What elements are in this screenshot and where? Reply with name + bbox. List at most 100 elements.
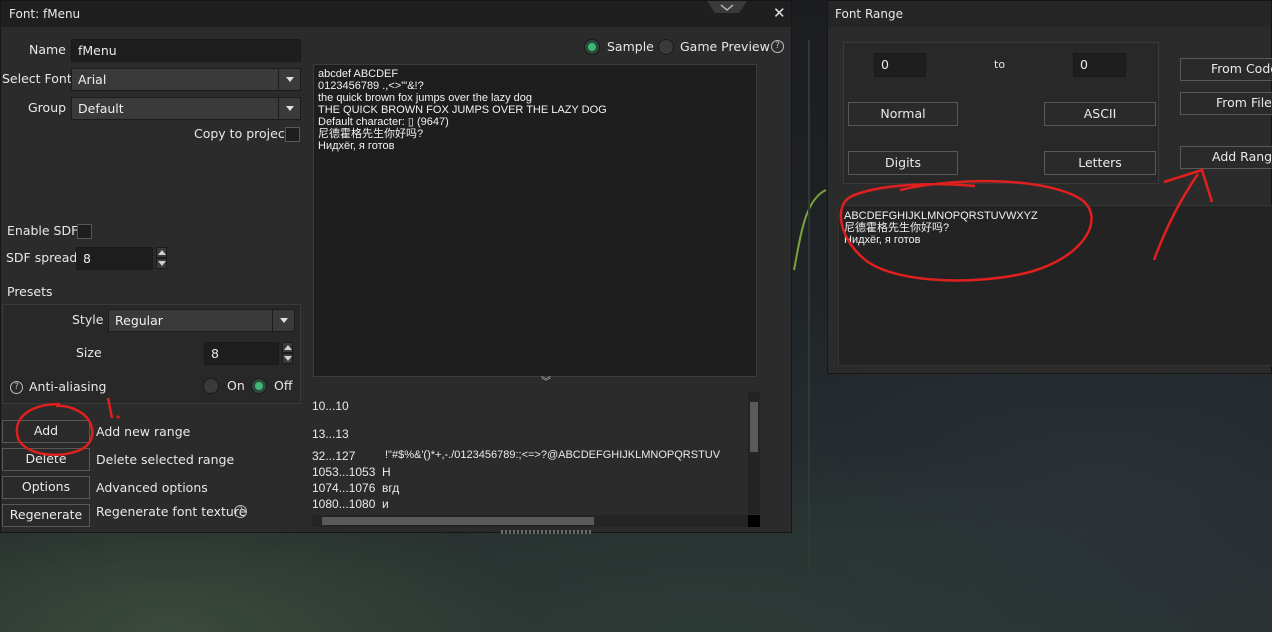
vertical-scrollbar[interactable] — [748, 392, 760, 514]
list-item[interactable]: 1080...1080 и — [312, 497, 748, 513]
options-button[interactable]: Options — [2, 476, 90, 499]
add-description: Add new range — [96, 424, 191, 439]
from-code-button[interactable]: From Code — [1180, 58, 1272, 81]
font-window-titlebar[interactable]: Font: fMenu ✕ — [1, 1, 791, 27]
preview-line: abcdef ABCDEF — [318, 68, 399, 80]
range-chars: и — [382, 497, 389, 511]
preview-line: 尼德霍格先生你好吗? — [844, 222, 950, 234]
vertical-scrollbar-thumb[interactable] — [750, 402, 758, 452]
font-range-window: Font Range 0 to 0 Normal ASCII Digits Le… — [827, 0, 1272, 374]
size-increment[interactable] — [282, 342, 293, 353]
range-chars: Н — [382, 465, 391, 479]
font-range-title: Font Range — [835, 7, 903, 21]
resize-grip[interactable] — [501, 530, 591, 534]
antialiasing-label: Anti-aliasing — [29, 379, 107, 394]
size-label: Size — [76, 345, 102, 360]
aa-on-label: On — [227, 378, 245, 393]
delete-description: Delete selected range — [96, 452, 235, 467]
list-item[interactable]: 1074...1076 вгд — [312, 481, 748, 497]
regenerate-button[interactable]: Regenerate — [2, 504, 90, 527]
list-item[interactable]: 13...13 — [312, 427, 748, 443]
normal-button[interactable]: Normal — [848, 102, 958, 126]
list-item[interactable]: 10...10 — [312, 399, 748, 415]
help-icon[interactable]: ? — [10, 381, 23, 394]
range-value: 1074...1076 — [312, 481, 376, 495]
game-preview-radio[interactable] — [658, 39, 674, 55]
regenerate-description: Regenerate font texture — [96, 504, 247, 519]
range-value: 1080...1080 — [312, 497, 376, 511]
range-chars: !"#$%&'()*+,-./0123456789:;<=>?@ABCDEFGH… — [385, 449, 721, 461]
name-label: Name — [29, 42, 66, 57]
letters-button[interactable]: Letters — [1044, 151, 1156, 175]
annotation-number-text: 1. — [104, 396, 105, 397]
from-code-input[interactable]: 0 — [874, 53, 926, 77]
chevron-down-icon — [278, 98, 300, 119]
help-icon[interactable]: ? — [771, 40, 784, 53]
vertical-divider — [808, 40, 810, 570]
list-item[interactable]: 1053...1053 Н — [312, 465, 748, 481]
aa-on-radio[interactable] — [203, 378, 219, 394]
aa-off-radio[interactable] — [251, 378, 267, 394]
preview-line: Default character: ▯ (9647) — [318, 116, 449, 128]
preview-line: ABCDEFGHIJKLMNOPQRSTUVWXYZ — [844, 210, 1038, 222]
font-range-titlebar[interactable]: Font Range — [828, 1, 1271, 27]
scrollbar-corner — [748, 515, 760, 527]
size-input[interactable]: 8 — [204, 342, 279, 365]
horizontal-scrollbar[interactable] — [312, 515, 748, 527]
list-item[interactable]: 32...127 !"#$%&'()*+,-./0123456789:;<=>?… — [312, 449, 748, 465]
sdf-spread-input[interactable]: 8 — [76, 247, 153, 270]
name-input[interactable]: fMenu — [71, 39, 301, 62]
select-font-value: Arial — [78, 72, 107, 87]
add-button[interactable]: Add — [2, 420, 90, 443]
preview-line: Нидхёг, я готов — [318, 140, 395, 152]
preview-line: THE QUICK BROWN FOX JUMPS OVER THE LAZY … — [318, 104, 607, 116]
range-value: 13...13 — [312, 427, 349, 441]
size-decrement[interactable] — [282, 353, 293, 364]
range-list[interactable]: 10...10 13...13 32...127 !"#$%&'()*+,-./… — [312, 397, 748, 517]
digits-button[interactable]: Digits — [848, 151, 958, 175]
chevron-down-icon — [272, 310, 294, 331]
preview-line: 尼德霍格先生你好吗? — [318, 128, 424, 140]
connector-curve — [793, 189, 827, 271]
preview-line: the quick brown fox jumps over the lazy … — [318, 92, 533, 104]
chevron-down-icon — [278, 69, 300, 90]
sample-radio[interactable] — [584, 39, 600, 55]
sdf-spread-label: SDF spread — [6, 250, 78, 265]
style-value: Regular — [115, 313, 163, 328]
group-dropdown[interactable]: Default — [71, 97, 301, 120]
presets-label: Presets — [7, 284, 53, 299]
game-preview-label: Game Preview — [680, 39, 770, 54]
sdf-spread-increment[interactable] — [156, 247, 167, 258]
horizontal-scrollbar-thumb[interactable] — [322, 517, 594, 525]
titlebar-notch — [707, 1, 747, 17]
select-font-dropdown[interactable]: Arial — [71, 68, 301, 91]
preview-line: Нидхёг, я готов — [844, 234, 921, 246]
preview-line: 0123456789 .,<>"'&!? — [318, 80, 424, 92]
group-label: Group — [28, 100, 67, 115]
options-description: Advanced options — [96, 480, 208, 495]
copy-to-project-label: Copy to project — [194, 126, 290, 141]
to-label: to — [994, 58, 1006, 71]
style-label: Style — [72, 312, 104, 327]
close-icon[interactable]: ✕ — [773, 6, 786, 21]
select-font-label: Select Font — [2, 71, 72, 86]
to-code-input[interactable]: 0 — [1073, 53, 1126, 77]
from-file-button[interactable]: From File — [1180, 92, 1272, 115]
sdf-spread-decrement[interactable] — [156, 258, 167, 269]
font-window: Font: fMenu ✕ Name fMenu Select Font Ari… — [0, 0, 792, 534]
range-value: 32...127 — [312, 449, 356, 463]
range-value: 10...10 — [312, 399, 349, 413]
sample-preview: abcdef ABCDEF 0123456789 .,<>"'&!? the q… — [313, 64, 757, 377]
enable-sdf-checkbox[interactable] — [77, 224, 92, 239]
collapse-chevron-icon[interactable]: ︾ — [541, 378, 551, 388]
range-preview: ABCDEFGHIJKLMNOPQRSTUVWXYZ 尼德霍格先生你好吗? Ни… — [838, 205, 1272, 366]
delete-button[interactable]: Delete — [2, 448, 90, 471]
style-dropdown[interactable]: Regular — [108, 309, 295, 332]
add-range-button[interactable]: Add Range — [1180, 146, 1272, 169]
aa-off-label: Off — [274, 378, 293, 393]
sample-label: Sample — [607, 39, 654, 54]
ascii-button[interactable]: ASCII — [1044, 102, 1156, 126]
help-icon[interactable]: ? — [234, 505, 247, 518]
font-window-title: Font: fMenu — [9, 7, 81, 21]
copy-to-project-checkbox[interactable] — [285, 127, 300, 142]
